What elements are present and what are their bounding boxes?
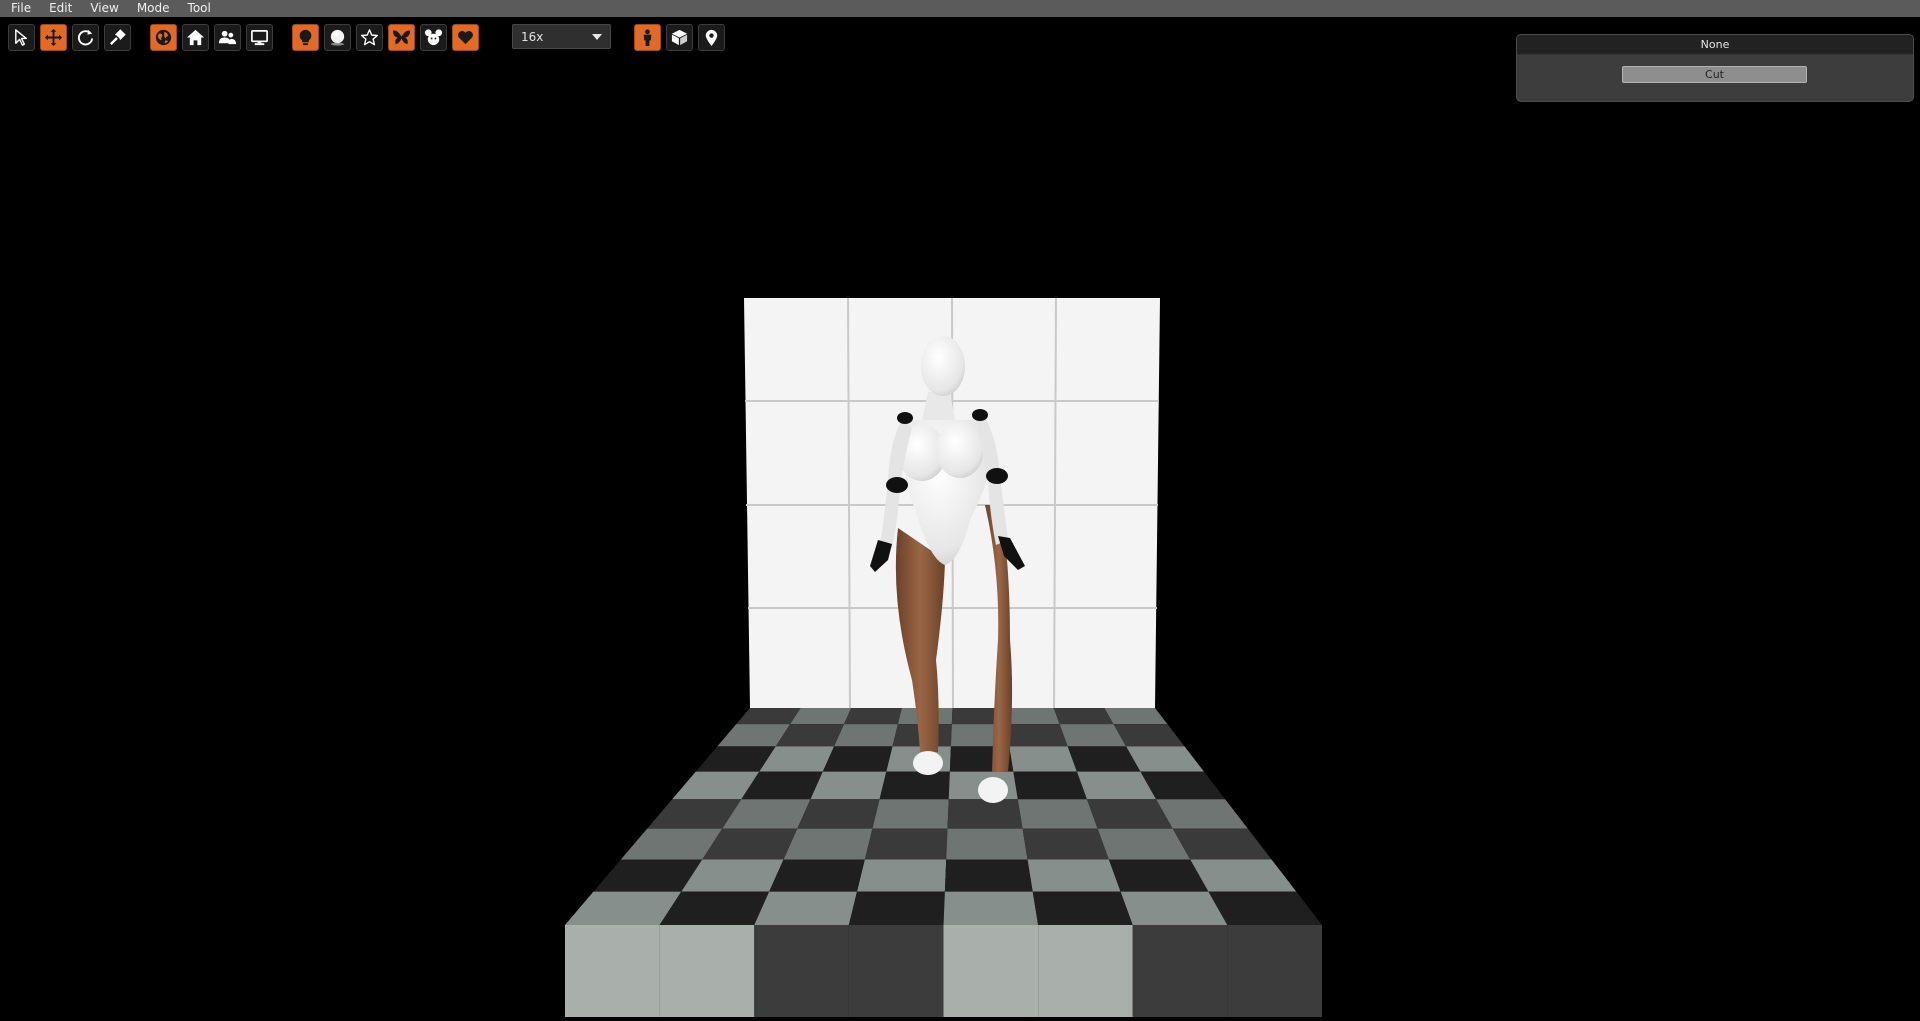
floor-tile	[872, 799, 949, 829]
floor-tile	[1208, 891, 1322, 925]
floor-tile	[790, 708, 852, 725]
item-button[interactable]	[666, 24, 693, 51]
floor-tile	[1032, 891, 1133, 925]
floor-tile	[1017, 799, 1098, 829]
checkered-floor	[565, 708, 1322, 925]
favorite-button[interactable]	[356, 24, 383, 51]
floor-tile	[944, 859, 1033, 892]
floor-tile	[822, 746, 893, 772]
globe-icon	[154, 28, 173, 47]
box-icon	[670, 28, 689, 47]
floor-tile	[783, 828, 873, 860]
scale-tool-button[interactable]	[104, 24, 131, 51]
heart-button[interactable]	[452, 24, 479, 51]
menu-mode[interactable]: Mode	[128, 0, 179, 17]
floor-tile	[1053, 708, 1114, 725]
toolbar	[0, 22, 760, 52]
floor-tile	[946, 828, 1028, 860]
platform-front-tile	[659, 925, 755, 1017]
character-button[interactable]	[634, 24, 661, 51]
floor-tile	[736, 708, 801, 725]
sphere-button[interactable]	[324, 24, 351, 51]
chevron-down-icon	[592, 34, 602, 40]
lightbulb-icon	[296, 28, 315, 47]
platform-front-tile	[848, 925, 944, 1017]
users-icon	[218, 28, 237, 47]
floor-tile	[1104, 708, 1168, 725]
character-face-button[interactable]	[420, 24, 447, 51]
menu-view[interactable]: View	[81, 0, 127, 17]
floor-tile	[879, 771, 950, 800]
floor-tile	[769, 859, 865, 892]
person-icon	[638, 28, 657, 47]
floor-tile	[810, 771, 887, 800]
zoom-select-value: 16x	[521, 29, 544, 44]
monitor-icon	[250, 28, 269, 47]
select-tool-button[interactable]	[8, 24, 35, 51]
3d-viewport[interactable]	[0, 52, 1920, 1017]
star-icon	[360, 28, 379, 47]
floor-tile	[834, 724, 898, 747]
platform-front-tile	[565, 925, 660, 1017]
move-arrows-icon	[44, 28, 63, 47]
characters-button[interactable]	[214, 24, 241, 51]
floor-tile	[848, 891, 945, 925]
zoom-select[interactable]: 16x	[512, 24, 611, 49]
floor-tile	[864, 828, 948, 860]
butterfly-icon	[392, 28, 411, 47]
menu-bar: File Edit View Mode Tool	[0, 0, 1920, 17]
rotate-icon	[76, 28, 95, 47]
floor-tile	[844, 708, 902, 725]
map-pin-icon	[702, 28, 721, 47]
move-tool-button[interactable]	[40, 24, 67, 51]
floor-tile	[754, 891, 858, 925]
light-button[interactable]	[292, 24, 319, 51]
floor-tile	[797, 799, 880, 829]
sphere-icon	[328, 28, 347, 47]
platform-front	[565, 925, 1322, 1017]
platform-front-tile	[754, 925, 849, 1017]
effects-button[interactable]	[388, 24, 415, 51]
platform-front-tile	[1132, 925, 1228, 1017]
rotate-tool-button[interactable]	[72, 24, 99, 51]
floor-tile	[1027, 859, 1121, 892]
scene-render	[565, 297, 1322, 1017]
menu-tool[interactable]: Tool	[179, 0, 220, 17]
floor-tile	[1009, 746, 1077, 772]
menu-file[interactable]: File	[0, 0, 40, 17]
floor-tile	[857, 859, 947, 892]
map-button[interactable]	[698, 24, 725, 51]
menu-edit[interactable]: Edit	[40, 0, 81, 17]
select-pointer-icon	[12, 28, 31, 47]
floor-tile	[1005, 724, 1068, 747]
world-view-button[interactable]	[150, 24, 177, 51]
platform-front-tile	[1227, 925, 1322, 1017]
home-icon	[186, 28, 205, 47]
mickey-icon	[424, 28, 443, 47]
platform-front-tile	[1038, 925, 1133, 1017]
floor-tile	[943, 891, 1039, 925]
scale-tool-icon	[108, 28, 127, 47]
platform-front-tile	[943, 925, 1039, 1017]
display-button[interactable]	[246, 24, 273, 51]
floor-tile	[1022, 828, 1109, 860]
heart-icon	[456, 28, 475, 47]
floor-tile	[947, 799, 1023, 829]
floor-tile	[1013, 771, 1087, 800]
home-button[interactable]	[182, 24, 209, 51]
floor-tile	[1190, 859, 1297, 892]
